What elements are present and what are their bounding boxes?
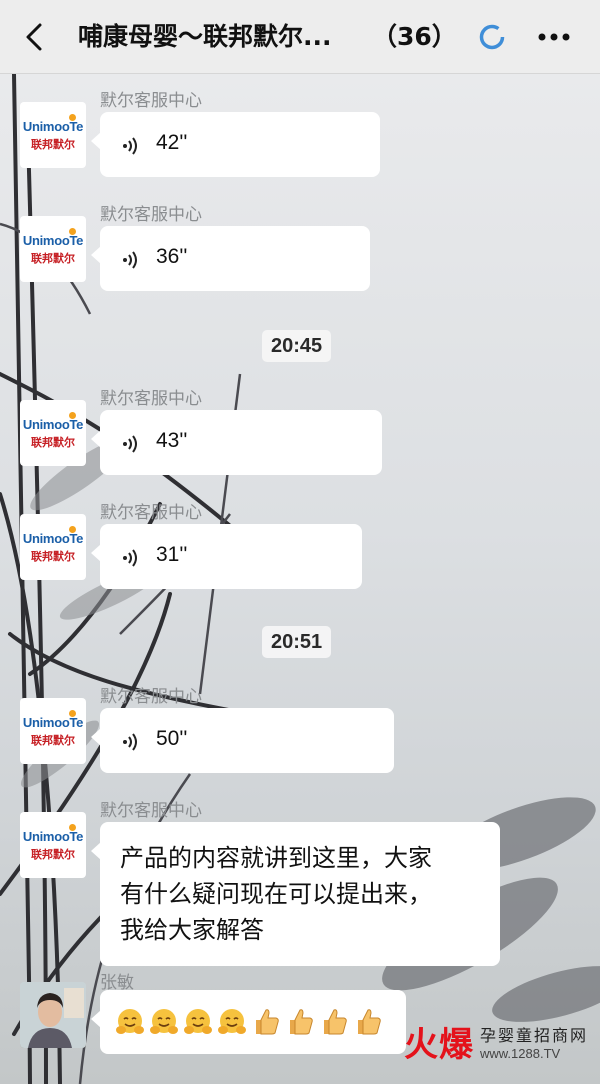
voice-duration: 31'' xyxy=(156,543,188,566)
sender-name: 默尔客服中心 xyxy=(100,503,202,523)
watermark-side: 孕婴童招商网 www.1288.TV xyxy=(480,1022,588,1061)
sender-name: 默尔客服中心 xyxy=(100,205,202,225)
voice-message-bubble[interactable]: 43'' xyxy=(91,410,382,475)
watermark-logo: 火爆 xyxy=(403,1025,474,1065)
avatar-logo-cn: 联邦默尔 xyxy=(31,252,75,265)
back-arrow-icon[interactable] xyxy=(18,20,52,54)
sender-avatar[interactable]: UnimooTe 联邦默尔 xyxy=(20,698,86,764)
sender-avatar[interactable]: UnimooTe 联邦默尔 xyxy=(20,400,86,466)
avatar-logo-latin: UnimooTe xyxy=(22,119,84,134)
hug-face-icon xyxy=(116,1009,144,1034)
voice-message-bubble[interactable]: 42'' xyxy=(91,112,380,177)
sender-name: 默尔客服中心 xyxy=(100,687,202,707)
voice-wave-icon xyxy=(123,549,137,567)
person-photo-icon xyxy=(20,982,86,1048)
sender-avatar[interactable]: UnimooTe 联邦默尔 xyxy=(20,102,86,168)
hug-face-icon xyxy=(184,1009,212,1034)
avatar-logo-latin: UnimooTe xyxy=(22,531,84,546)
voice-duration: 36'' xyxy=(156,245,188,268)
watermark-url: www.1288.TV xyxy=(479,1046,561,1061)
thumbs-up-icon xyxy=(324,1009,347,1035)
sender-avatar[interactable]: UnimooTe 联邦默尔 xyxy=(20,812,86,878)
voice-message-bubble[interactable]: 50'' xyxy=(91,708,394,773)
emoji-message-bubble[interactable] xyxy=(91,990,406,1054)
voice-duration: 50'' xyxy=(156,727,188,750)
voice-duration: 42'' xyxy=(156,131,188,154)
thumbs-up-icon xyxy=(256,1009,279,1035)
emoji-row xyxy=(114,1004,392,1040)
hug-face-icon xyxy=(218,1009,246,1034)
timestamp-divider: 20:45 xyxy=(262,330,332,362)
voice-message-bubble[interactable]: 31'' xyxy=(91,524,362,589)
thumbs-up-icon xyxy=(290,1009,313,1035)
sender-avatar[interactable]: UnimooTe 联邦默尔 xyxy=(20,514,86,580)
voice-wave-icon xyxy=(123,435,137,453)
text-message-bubble[interactable]: 产品的内容就讲到这里，大家 有什么疑问现在可以提出来， 我给大家解答 xyxy=(91,822,500,966)
avatar-logo-latin: UnimooTe xyxy=(22,715,84,730)
sender-avatar-photo[interactable] xyxy=(20,982,86,1048)
site-watermark: 火爆 孕婴童招商网 www.1288.TV xyxy=(404,1017,588,1066)
message-list[interactable]: UnimooTe 联邦默尔 默尔客服中心 42'' UnimooTe 联邦默尔 … xyxy=(0,74,600,1084)
hug-face-icon xyxy=(150,1009,178,1034)
voice-wave-icon xyxy=(123,733,137,751)
voice-duration: 43'' xyxy=(156,429,188,452)
voice-wave-icon xyxy=(123,137,137,155)
message-text-line: 有什么疑问现在可以提出来， xyxy=(120,880,432,908)
voice-message-bubble[interactable]: 36'' xyxy=(91,226,370,291)
avatar-logo-latin: UnimooTe xyxy=(22,233,84,248)
avatar-logo-cn: 联邦默尔 xyxy=(31,734,75,747)
sender-name: 默尔客服中心 xyxy=(100,91,202,111)
watermark-site-name: 孕婴童招商网 xyxy=(479,1026,588,1045)
more-options-icon[interactable] xyxy=(534,23,574,51)
member-count: （36） xyxy=(372,22,457,51)
avatar-logo-cn: 联邦默尔 xyxy=(31,550,75,563)
avatar-logo-latin: UnimooTe xyxy=(22,829,84,844)
voice-wave-icon xyxy=(123,251,137,269)
thumbs-up-icon xyxy=(358,1009,381,1035)
avatar-logo-cn: 联邦默尔 xyxy=(31,436,75,449)
avatar-logo-cn: 联邦默尔 xyxy=(31,848,75,861)
chat-header: 哺康母婴～联邦默尔... （36） xyxy=(0,0,600,74)
message-text-line: 产品的内容就讲到这里，大家 xyxy=(120,844,432,872)
avatar-logo-cn: 联邦默尔 xyxy=(31,138,75,151)
timestamp-divider: 20:51 xyxy=(262,626,332,658)
sender-avatar[interactable]: UnimooTe 联邦默尔 xyxy=(20,216,86,282)
sender-name: 默尔客服中心 xyxy=(100,801,202,821)
sender-name: 默尔客服中心 xyxy=(100,389,202,409)
message-text-line: 我给大家解答 xyxy=(120,916,264,944)
avatar-logo-latin: UnimooTe xyxy=(22,417,84,432)
loading-spinner-icon xyxy=(479,24,505,50)
